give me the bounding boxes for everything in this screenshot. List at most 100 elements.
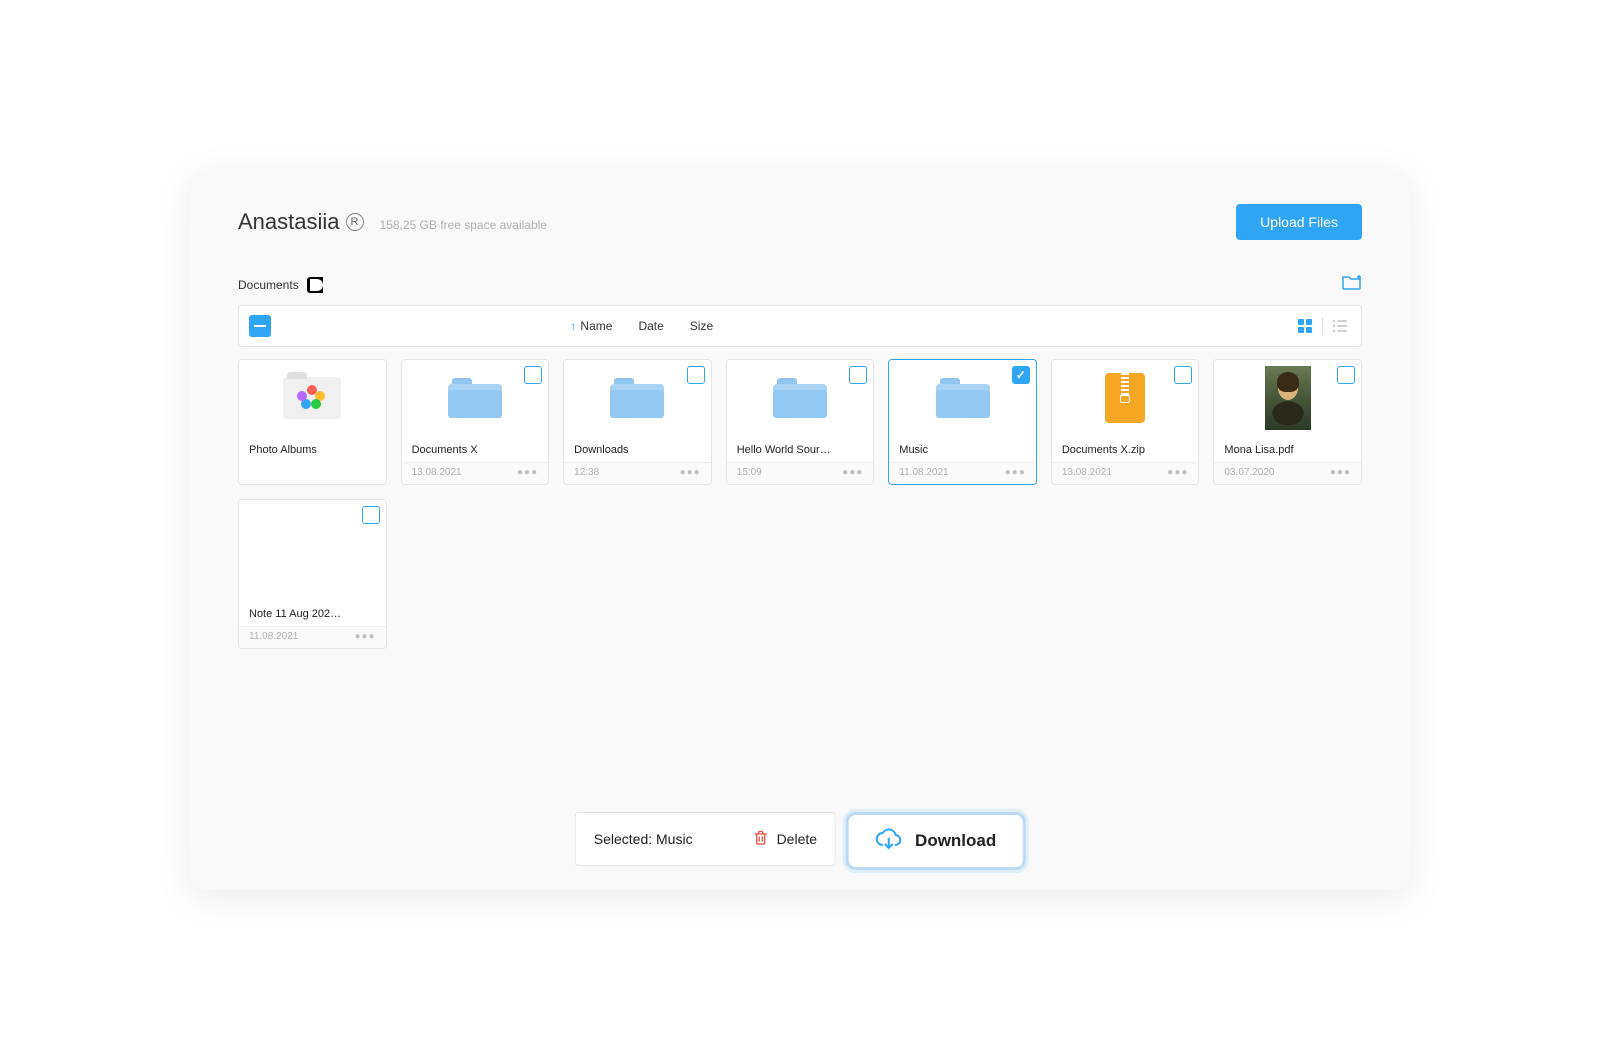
file-date-label: 13.08.2021: [1062, 467, 1112, 478]
file-card-body: Hello World Sour…: [727, 436, 874, 462]
user-name-text: Anastasiia: [238, 209, 340, 235]
file-date-label: 03.07.2020: [1224, 467, 1274, 478]
file-thumbnail: [889, 360, 1036, 436]
file-card[interactable]: Mona Lisa.pdf 03.07.2020 ●●●: [1213, 359, 1362, 485]
file-card-body: Downloads: [564, 436, 711, 462]
file-thumbnail: [239, 500, 386, 600]
file-meta: 13.08.2021 ●●●: [402, 462, 549, 484]
sort-date-label: Date: [638, 319, 663, 333]
file-name-label: Hello World Sour…: [737, 444, 864, 456]
image-thumbnail-icon: [1265, 366, 1311, 430]
file-more-icon[interactable]: ●●●: [842, 467, 863, 478]
sort-by-size[interactable]: Size: [690, 319, 713, 333]
file-card-body: Mona Lisa.pdf: [1214, 436, 1361, 462]
delete-label: Delete: [777, 831, 817, 847]
file-date-label: 13.08.2021: [412, 467, 462, 478]
file-thumbnail: [727, 360, 874, 436]
breadcrumb[interactable]: Documents: [238, 277, 323, 293]
file-name-label: Music: [899, 444, 1026, 456]
file-meta: 11.08.2021 ●●●: [889, 462, 1036, 484]
select-checkbox[interactable]: [524, 366, 542, 384]
file-date-label: 11.08.2021: [899, 467, 948, 478]
file-more-icon[interactable]: ●●●: [680, 467, 701, 478]
file-card[interactable]: Note 11 Aug 202… 11.08.2021 ●●●: [238, 499, 387, 649]
sort-name-label: Name: [580, 319, 612, 333]
file-card-body: Note 11 Aug 202…: [239, 600, 386, 626]
toolbar: ↑ Name Date Size: [238, 305, 1362, 347]
file-more-icon[interactable]: ●●●: [1330, 467, 1351, 478]
folder-icon: [936, 378, 990, 418]
cloud-download-icon: [875, 828, 903, 855]
download-button[interactable]: Download: [846, 812, 1025, 870]
header: Anastasiia R 158,25 GB free space availa…: [238, 204, 1362, 240]
view-toggles: [1294, 315, 1351, 337]
file-grid: Photo Albums Documents X 13.08.2021 ●●● …: [238, 359, 1362, 649]
file-card-body: Documents X: [402, 436, 549, 462]
action-info-panel: Selected: Music Delete: [575, 812, 836, 866]
header-left: Anastasiia R 158,25 GB free space availa…: [238, 209, 547, 235]
grid-view-button[interactable]: [1294, 315, 1316, 337]
zip-file-icon: [1105, 373, 1145, 423]
sort-by-date[interactable]: Date: [638, 319, 663, 333]
file-name-label: Mona Lisa.pdf: [1224, 444, 1351, 456]
file-date-label: 11.08.2021: [249, 631, 298, 642]
file-thumbnail: [1052, 360, 1199, 436]
download-label: Download: [915, 831, 996, 851]
file-meta: 13.08.2021 ●●●: [1052, 462, 1199, 484]
file-card[interactable]: Photo Albums: [238, 359, 387, 485]
folder-icon: [448, 378, 502, 418]
file-name-label: Documents X.zip: [1062, 444, 1189, 456]
sort-arrow-up-icon: ↑: [570, 319, 576, 333]
photos-folder-icon: [283, 377, 341, 419]
file-date-label: 15:09: [737, 467, 762, 478]
file-card-body: Music: [889, 436, 1036, 462]
file-card[interactable]: Music 11.08.2021 ●●●: [888, 359, 1037, 485]
documents-app-icon: [307, 277, 323, 293]
select-checkbox[interactable]: [1337, 366, 1355, 384]
file-more-icon[interactable]: ●●●: [517, 467, 538, 478]
upload-files-button[interactable]: Upload Files: [1236, 204, 1362, 240]
breadcrumb-row: Documents: [238, 274, 1362, 295]
file-name-label: Note 11 Aug 202…: [249, 608, 376, 620]
selected-count-label: Selected: Music: [594, 831, 693, 847]
sort-by-name[interactable]: ↑ Name: [570, 319, 612, 333]
delete-button[interactable]: Delete: [753, 830, 817, 849]
file-card[interactable]: Documents X.zip 13.08.2021 ●●●: [1051, 359, 1200, 485]
file-thumbnail: [402, 360, 549, 436]
file-card[interactable]: Downloads 12:38 ●●●: [563, 359, 712, 485]
select-checkbox[interactable]: [362, 506, 380, 524]
file-more-icon[interactable]: ●●●: [1167, 467, 1188, 478]
registered-badge-icon: R: [346, 213, 364, 231]
file-meta: 15:09 ●●●: [727, 462, 874, 484]
user-name-label: Anastasiia R: [238, 209, 364, 235]
minus-icon: [254, 325, 266, 327]
file-more-icon[interactable]: ●●●: [1005, 467, 1026, 478]
file-card[interactable]: Hello World Sour… 15:09 ●●●: [726, 359, 875, 485]
select-all-toggle[interactable]: [249, 315, 271, 337]
file-name-label: Downloads: [574, 444, 701, 456]
select-checkbox[interactable]: [1174, 366, 1192, 384]
file-card-body: Photo Albums: [239, 436, 386, 466]
file-date-label: 12:38: [574, 467, 599, 478]
file-more-icon[interactable]: ●●●: [354, 631, 375, 642]
file-thumbnail: [239, 360, 386, 436]
folder-icon: [773, 378, 827, 418]
free-space-label: 158,25 GB free space available: [380, 218, 547, 232]
file-name-label: Documents X: [412, 444, 539, 456]
list-view-button[interactable]: [1329, 315, 1351, 337]
file-meta: 03.07.2020 ●●●: [1214, 462, 1361, 484]
file-manager-window: Anastasiia R 158,25 GB free space availa…: [190, 170, 1410, 890]
new-folder-icon[interactable]: [1342, 274, 1362, 295]
file-card[interactable]: Documents X 13.08.2021 ●●●: [401, 359, 550, 485]
action-bar: Selected: Music Delete Download: [575, 812, 1026, 870]
select-checkbox[interactable]: [1012, 366, 1030, 384]
sort-group: ↑ Name Date Size: [570, 319, 713, 333]
file-thumbnail: [564, 360, 711, 436]
folder-icon: [610, 378, 664, 418]
file-meta: 12:38 ●●●: [564, 462, 711, 484]
select-checkbox[interactable]: [687, 366, 705, 384]
sort-size-label: Size: [690, 319, 713, 333]
file-thumbnail: [1214, 360, 1361, 436]
view-divider: [1322, 317, 1323, 335]
select-checkbox[interactable]: [849, 366, 867, 384]
